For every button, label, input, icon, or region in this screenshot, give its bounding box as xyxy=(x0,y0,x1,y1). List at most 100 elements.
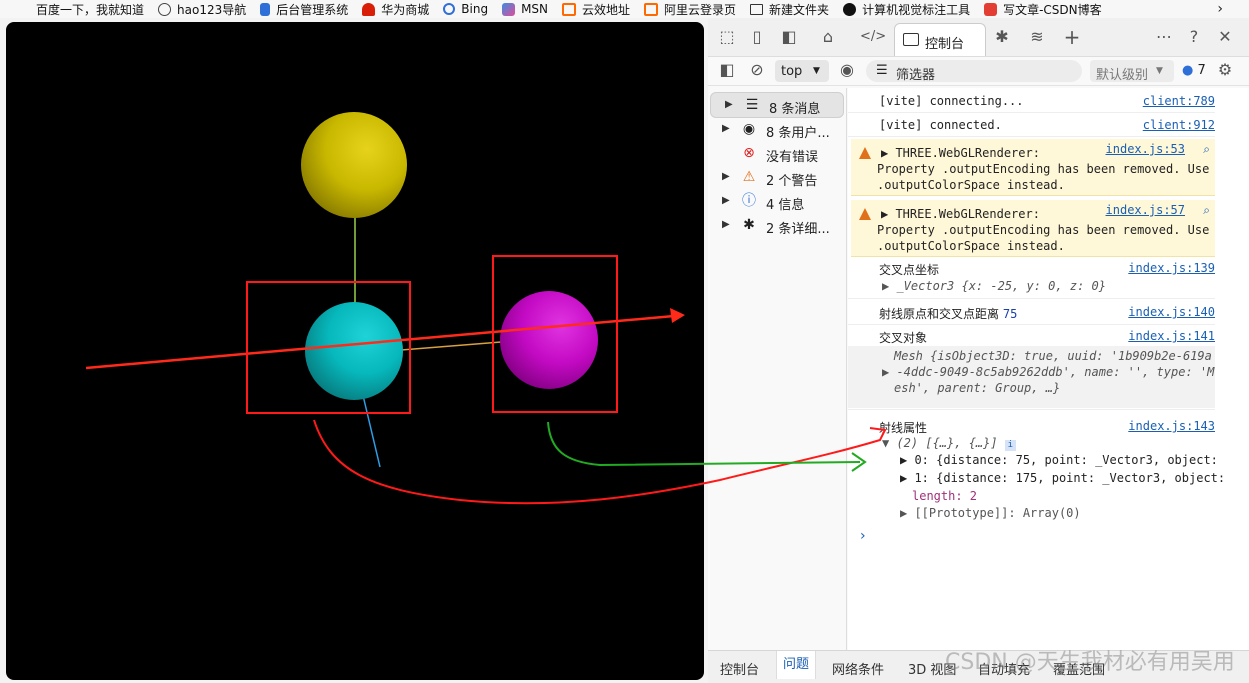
sphere-magenta xyxy=(500,291,598,389)
warning-title[interactable]: ▶ THREE.WebGLRenderer: xyxy=(881,207,1040,221)
sidebar-item-errors[interactable]: ⊗ 没有错误 xyxy=(708,141,846,165)
bookmark-label: 华为商城 xyxy=(381,2,430,17)
devtools-panel: ⬚ ▯ ◧ ⌂ </> 控制台 ✱ ≋ + ⋯ ? ✕ ◧ ⊘ top ▼ ◉ ☰… xyxy=(708,18,1249,683)
sidebar-toggle-icon[interactable]: ◧ xyxy=(718,62,736,78)
copilot-icon[interactable]: ⌕ xyxy=(1203,142,1210,157)
log-message: [vite] connected. xyxy=(879,118,1002,132)
bookmark-admin[interactable]: 后台管理系统 xyxy=(260,0,348,18)
bookmark-label: Bing xyxy=(461,2,489,16)
context-select[interactable]: top ▼ xyxy=(775,60,829,82)
log-row: [vite] connecting... client:789 xyxy=(848,88,1215,113)
log-source-link[interactable]: client:789 xyxy=(1143,94,1215,108)
log-level-select[interactable]: 默认级别 ▼ xyxy=(1090,60,1174,83)
bookmark-huawei[interactable]: 华为商城 xyxy=(362,0,429,18)
watermark: CSDN @天生我材必有用吴用 xyxy=(945,650,1235,675)
sidebar-item-label: 2 个警告 xyxy=(766,174,818,189)
log-source-link[interactable]: index.js:139 xyxy=(1128,261,1215,275)
log-source-link[interactable]: client:912 xyxy=(1143,118,1215,132)
vector-object[interactable]: ▶ _Vector3 {x: -25, y: 0, z: 0} xyxy=(882,279,1106,293)
mesh-object-text: -4ddc-9049-8c5ab9262ddb', name: '', type… xyxy=(896,365,1215,379)
log-source-link[interactable]: index.js:143 xyxy=(1128,419,1215,433)
sidebar-item-info[interactable]: ▶ ⓘ 4 信息 xyxy=(708,189,846,213)
log-level-label: 默认级别 xyxy=(1096,68,1149,83)
warning-line: .outputColorSpace instead. xyxy=(877,239,1065,253)
log-number-value: 75 xyxy=(1002,307,1018,321)
vector-object-text: _Vector3 {x: -25, y: 0, z: 0} xyxy=(896,279,1106,293)
sphere-yellow xyxy=(301,112,407,218)
array-item[interactable]: ▶ 0: {distance: 75, point: _Vector3, obj… xyxy=(900,453,1218,467)
tab-console[interactable]: 控制台 xyxy=(894,23,986,56)
mesh-object-line: Mesh {isObject3D: true, uuid: '1b909b2e-… xyxy=(894,349,1212,363)
chat-icon: ● xyxy=(1182,63,1194,78)
bookmark-folder[interactable]: 新建文件夹 xyxy=(750,0,829,18)
info-icon: ⓘ xyxy=(742,193,756,209)
bookmark-label: 云效地址 xyxy=(582,2,631,17)
help-icon[interactable]: ? xyxy=(1185,29,1203,45)
elements-tab-icon[interactable]: </> xyxy=(860,29,886,45)
info-icon: i xyxy=(1004,440,1016,451)
dock-sidebar-icon[interactable]: ◧ xyxy=(780,29,798,45)
log-source-link[interactable]: index.js:53 xyxy=(1106,142,1185,156)
ray-arrowhead xyxy=(670,308,685,323)
sidebar-item-label: 8 条用户... xyxy=(766,126,830,141)
sidebar-item-messages[interactable]: ▶ ☰ 8 条消息 xyxy=(710,92,844,118)
copilot-icon[interactable]: ⌕ xyxy=(1203,203,1210,218)
mesh-object-line: esh', parent: Group, …} xyxy=(894,381,1061,395)
log-source-link[interactable]: index.js:140 xyxy=(1128,305,1215,319)
bookmark-aliyun[interactable]: 阿里云登录页 xyxy=(644,0,736,18)
array-summary[interactable]: ▼ (2) [{…}, {…}] i xyxy=(882,436,1016,451)
log-message: 射线属性 xyxy=(879,421,928,435)
log-message: [vite] connecting... xyxy=(879,94,1024,108)
close-icon[interactable]: ✕ xyxy=(1216,29,1234,45)
sidebar-item-label: 8 条消息 xyxy=(769,102,821,117)
more-options-icon[interactable]: ⋯ xyxy=(1155,29,1173,45)
bookmark-hao123[interactable]: hao123导航 xyxy=(158,0,246,18)
chevron-right-icon[interactable]: › xyxy=(1217,0,1223,18)
webgl-viewport[interactable] xyxy=(6,22,704,680)
warning-icon: ⚠ xyxy=(742,169,756,185)
warning-icon xyxy=(859,208,871,220)
drawer-tab-network-conditions[interactable]: 网络条件 xyxy=(832,659,884,678)
log-row: 交叉点坐标 index.js:139 ▶ _Vector3 {x: -25, y… xyxy=(848,258,1215,299)
issues-badge[interactable]: ● 7 xyxy=(1182,63,1206,78)
sidebar-item-warnings[interactable]: ▶ ⚠ 2 个警告 xyxy=(708,165,846,189)
warning-title[interactable]: ▶ THREE.WebGLRenderer: xyxy=(881,146,1040,160)
sidebar-item-user-messages[interactable]: ▶ ◉ 8 条用户... xyxy=(708,117,846,141)
user-icon: ◉ xyxy=(742,121,756,137)
drawer-tab-issues[interactable]: 问题 xyxy=(776,651,817,679)
bookmark-csdn[interactable]: 写文章-CSDN博客 xyxy=(984,0,1102,18)
array-item[interactable]: ▶ 1: {distance: 175, point: _Vector3, ob… xyxy=(900,471,1225,485)
search-icon xyxy=(443,3,456,15)
wifi-icon[interactable]: ≋ xyxy=(1028,29,1046,45)
add-tab-icon[interactable]: + xyxy=(1063,27,1081,47)
array-prototype[interactable]: ▶ [[Prototype]]: Array(0) xyxy=(900,506,1081,520)
inspect-element-icon[interactable]: ⬚ xyxy=(718,29,736,45)
bracket-logo-icon xyxy=(562,2,577,16)
bookmark-yunxiao[interactable]: 云效地址 xyxy=(562,0,630,18)
bookmark-baidu[interactable]: 百度一下，我就知道 xyxy=(36,0,144,18)
log-source-link[interactable]: index.js:141 xyxy=(1128,329,1215,343)
mesh-object[interactable]: Mesh {isObject3D: true, uuid: '1b909b2e-… xyxy=(848,346,1215,408)
expand-triangle-icon: ▶ xyxy=(722,195,730,206)
expand-triangle-icon: ▶ xyxy=(725,99,733,110)
home-icon[interactable]: ⌂ xyxy=(819,29,837,45)
settings-gear-icon[interactable]: ⚙ xyxy=(1216,62,1234,78)
console-prompt-icon[interactable]: › xyxy=(860,528,866,544)
bookmark-cv-tool[interactable]: 计算机视觉标注工具 xyxy=(843,0,970,18)
log-label: 射线原点和交叉点距离 xyxy=(879,307,1000,321)
device-toolbar-icon[interactable]: ▯ xyxy=(748,29,766,45)
filter-input[interactable]: ☰ 筛选器 xyxy=(866,60,1082,83)
log-source-link[interactable]: index.js:57 xyxy=(1106,203,1185,217)
clear-console-icon[interactable]: ⊘ xyxy=(748,62,766,78)
array-summary-text: (2) [{…}, {…}] xyxy=(896,436,998,450)
bookmark-bing[interactable]: Bing xyxy=(443,0,488,18)
bookmark-label: MSN xyxy=(521,2,549,16)
eye-icon[interactable]: ◉ xyxy=(838,62,856,78)
bookmark-msn[interactable]: MSN xyxy=(502,0,548,18)
bug-icon[interactable]: ✱ xyxy=(993,29,1011,45)
bookmark-label: hao123导航 xyxy=(177,2,247,17)
bookmark-label: 新建文件夹 xyxy=(769,2,830,17)
drawer-tab-console[interactable]: 控制台 xyxy=(720,659,759,678)
sidebar-item-verbose[interactable]: ▶ ✱ 2 条详细... xyxy=(708,213,846,237)
chevron-down-icon: ▼ xyxy=(1156,66,1163,76)
